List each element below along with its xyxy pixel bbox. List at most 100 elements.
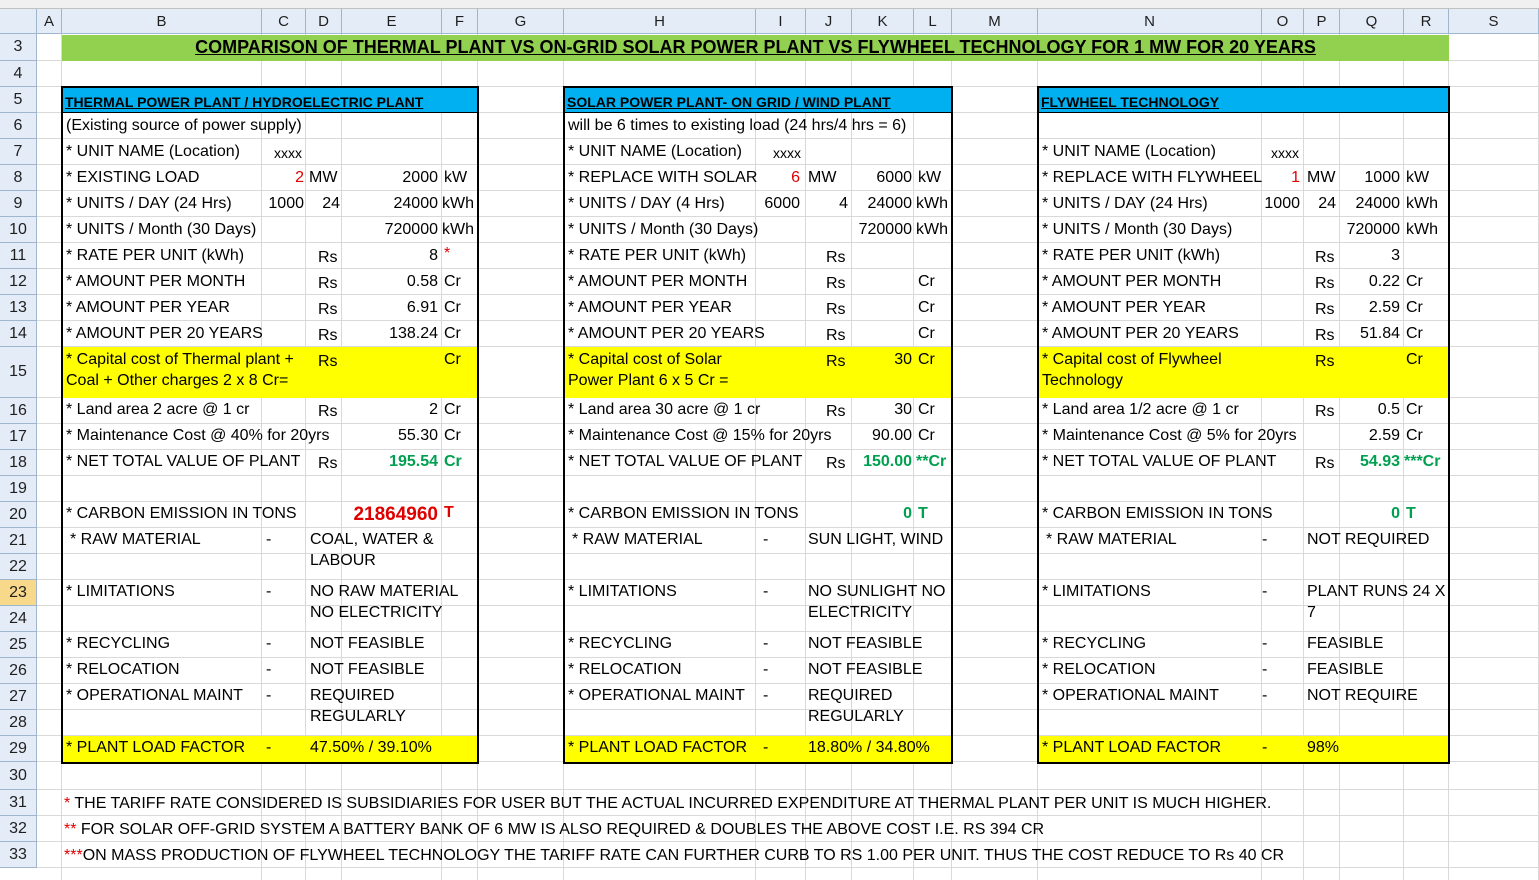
row-header-17[interactable]: 17: [0, 424, 37, 450]
column-header-l[interactable]: L: [914, 9, 952, 34]
thermal-day-label: * UNITS / DAY (24 Hrs): [66, 195, 232, 212]
solar-kw-unit: kW: [918, 169, 942, 186]
row-header-26[interactable]: 26: [0, 658, 37, 684]
row-header-4[interactable]: 4: [0, 61, 37, 87]
fly-net-rs: Rs: [1315, 455, 1335, 472]
fly-net-label: * NET TOTAL VALUE OF PLANT: [1042, 453, 1277, 470]
thermal-rate-mark: *: [444, 245, 451, 262]
fly-header-border: [1037, 112, 1450, 113]
row-header-7[interactable]: 7: [0, 139, 37, 165]
thermal-cap-label-2: Coal + Other charges 2 x 8 Cr=: [66, 372, 289, 389]
solar-kwh-unit: kWh: [916, 195, 948, 212]
thermal-day-kwh: 24000: [393, 195, 439, 212]
row-header-20[interactable]: 20: [0, 502, 37, 528]
row-header-21[interactable]: 21: [0, 528, 37, 554]
thermal-land-rs: Rs: [318, 403, 338, 420]
row-header-8[interactable]: 8: [0, 165, 37, 191]
column-header-h[interactable]: H: [564, 9, 756, 34]
thermal-maint: 55.30: [397, 427, 438, 444]
row-header-16[interactable]: 16: [0, 398, 37, 424]
row-header-18[interactable]: 18: [0, 450, 37, 476]
row-header-24[interactable]: 24: [0, 606, 37, 632]
row-header-31[interactable]: 31: [0, 790, 37, 816]
thermal-ap20-rs: Rs: [318, 327, 338, 344]
row-header-29[interactable]: 29: [0, 736, 37, 762]
column-header-c[interactable]: C: [262, 9, 306, 34]
solar-maint: 90.00: [871, 427, 912, 444]
thermal-raw-dash: -: [266, 531, 272, 548]
row-header-5[interactable]: 5: [0, 87, 37, 113]
footnote-1: * THE TARIFF RATE CONSIDERED IS SUBSIDIA…: [64, 794, 1271, 814]
row-header-14[interactable]: 14: [0, 321, 37, 347]
solar-unit-value: xxxx: [773, 145, 801, 161]
fly-day-label: * UNITS / DAY (24 Hrs): [1042, 195, 1208, 212]
thermal-apm-rs: Rs: [318, 275, 338, 292]
column-header-o[interactable]: O: [1262, 9, 1304, 34]
row-header-6[interactable]: 6: [0, 113, 37, 139]
solar-maint-cr: Cr: [918, 427, 935, 444]
row-header-19[interactable]: 19: [0, 476, 37, 502]
fly-raw-dash: -: [1262, 531, 1268, 548]
footnote-2: ** FOR SOLAR OFF-GRID SYSTEM A BATTERY B…: [64, 820, 1044, 840]
solar-ap20-rs: Rs: [826, 327, 846, 344]
row-header-13[interactable]: 13: [0, 295, 37, 321]
thermal-lim-label: * LIMITATIONS: [66, 583, 175, 600]
row-header-30[interactable]: 30: [0, 762, 37, 790]
fly-ap20-rs: Rs: [1315, 327, 1335, 344]
solar-op-1: REQUIRED: [808, 687, 893, 704]
thermal-load-mw: 2: [295, 169, 304, 186]
column-header-n[interactable]: N: [1038, 9, 1262, 34]
row-header-3[interactable]: 3: [0, 34, 37, 61]
column-header-p[interactable]: P: [1304, 9, 1340, 34]
column-header-i[interactable]: I: [756, 9, 806, 34]
thermal-land-cr: Cr: [444, 401, 461, 418]
row-header-33[interactable]: 33: [0, 842, 37, 868]
fly-rel: FEASIBLE: [1307, 661, 1384, 678]
thermal-carbon-label: * CARBON EMISSION IN TONS: [66, 505, 297, 522]
thermal-plf: 47.50% / 39.10%: [310, 739, 432, 756]
thermal-raw-1: COAL, WATER &: [310, 531, 434, 548]
column-header-m[interactable]: M: [952, 9, 1038, 34]
row-header-23[interactable]: 23: [0, 580, 37, 606]
thermal-net-cr: Cr: [444, 453, 462, 470]
row-header-12[interactable]: 12: [0, 269, 37, 295]
grid-line: [37, 841, 1539, 842]
column-header-g[interactable]: G: [478, 9, 564, 34]
column-header-d[interactable]: D: [306, 9, 342, 34]
fly-maint-cr: Cr: [1406, 427, 1423, 444]
thermal-net-label: * NET TOTAL VALUE OF PLANT: [66, 453, 301, 470]
row-header-11[interactable]: 11: [0, 243, 37, 269]
row-header-22[interactable]: 22: [0, 554, 37, 580]
solar-land-rs: Rs: [826, 403, 846, 420]
row-header-27[interactable]: 27: [0, 684, 37, 710]
row-header-15[interactable]: 15: [0, 347, 37, 398]
row-header-32[interactable]: 32: [0, 816, 37, 842]
fly-apm: 0.22: [1368, 273, 1400, 290]
row-header-25[interactable]: 25: [0, 632, 37, 658]
spreadsheet[interactable]: ABCDEFGHIJKLMNOPQRS 3 4 5 6 7 8 9 10 11 12 13 14 15 1…: [0, 0, 1539, 880]
fly-maint: 2.59: [1368, 427, 1400, 444]
column-header-b[interactable]: B: [62, 9, 262, 34]
solar-day-b: 4: [839, 195, 848, 212]
fly-day-a: 1000: [1264, 195, 1300, 212]
column-header-k[interactable]: K: [852, 9, 914, 34]
row-header-28[interactable]: 28: [0, 710, 37, 736]
column-header-s[interactable]: S: [1449, 9, 1539, 34]
solar-rel-dash: -: [763, 661, 769, 678]
thermal-mw-unit: MW: [309, 169, 338, 186]
column-header-f[interactable]: F: [442, 9, 478, 34]
thermal-header: THERMAL POWER PLANT / HYDROELECTRIC PLAN…: [65, 94, 424, 110]
select-all-corner[interactable]: [0, 9, 37, 34]
fly-day-kwh: 24000: [1355, 195, 1401, 212]
thermal-rec-label: * RECYCLING: [66, 635, 171, 652]
column-header-r[interactable]: R: [1404, 9, 1449, 34]
column-header-j[interactable]: J: [806, 9, 852, 34]
row-header-10[interactable]: 10: [0, 217, 37, 243]
column-header-e[interactable]: E: [342, 9, 442, 34]
column-header-q[interactable]: Q: [1340, 9, 1404, 34]
row-header-9[interactable]: 9: [0, 191, 37, 217]
fly-op-label: * OPERATIONAL MAINT: [1042, 687, 1219, 704]
thermal-ap20-cr: Cr: [444, 325, 461, 342]
column-header-a[interactable]: A: [37, 9, 62, 34]
solar-lim-label: * LIMITATIONS: [568, 583, 677, 600]
